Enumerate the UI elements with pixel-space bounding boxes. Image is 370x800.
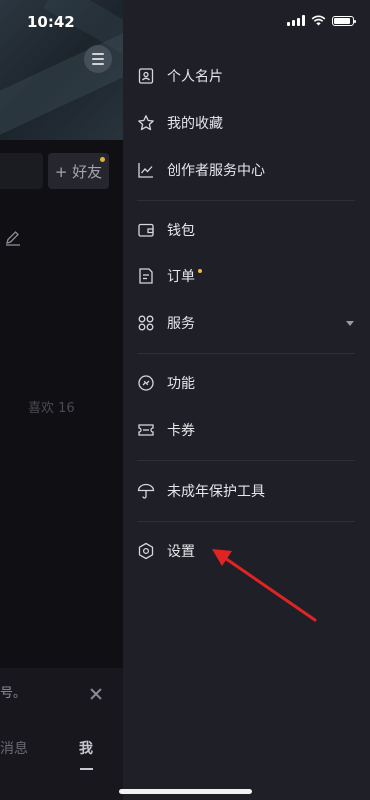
tab-me[interactable]: 我 (79, 738, 93, 758)
order-icon (137, 267, 155, 285)
signal-icon (287, 15, 305, 26)
chart-icon (137, 161, 155, 179)
drawer-item-label: 未成年保护工具 (167, 484, 265, 500)
wifi-icon (311, 15, 326, 26)
add-friend-button[interactable]: + 好友 (48, 153, 109, 189)
grid-icon (137, 314, 155, 332)
drawer-item-label: 卡券 (167, 423, 195, 439)
drawer-item-label: 个人名片 (167, 69, 223, 85)
battery-icon (332, 15, 356, 26)
hamburger-menu-icon[interactable] (84, 45, 112, 73)
drawer-item-business-card[interactable]: 个人名片 (123, 56, 370, 96)
link-icon (137, 374, 155, 392)
star-icon (137, 114, 155, 132)
drawer-item-settings[interactable]: 设置 (123, 531, 370, 571)
tip-text: 号。 (0, 686, 27, 701)
likes-tab[interactable]: 喜欢 16 (28, 397, 75, 416)
profile-background: + 好友 喜欢 16 号。 消息 我 (0, 0, 123, 800)
tab-messages[interactable]: 消息 (0, 738, 28, 758)
close-icon[interactable] (90, 688, 102, 700)
gear-icon (137, 542, 155, 560)
status-time: 10:42 (27, 13, 75, 31)
umbrella-icon (137, 482, 155, 500)
tab-active-indicator (80, 768, 93, 770)
drawer-item-label: 功能 (167, 376, 195, 392)
notification-dot (100, 157, 105, 162)
drawer-item-creator-center[interactable]: 创作者服务中心 (123, 150, 370, 190)
status-bar: 10:42 (0, 0, 370, 44)
drawer-item-label: 我的收藏 (167, 116, 223, 132)
home-indicator[interactable] (119, 789, 252, 794)
drawer-item-label: 创作者服务中心 (167, 163, 265, 179)
drawer-item-minor-protection[interactable]: 未成年保护工具 (123, 471, 370, 511)
drawer-item-orders[interactable]: 订单 (123, 256, 370, 296)
drawer-item-features[interactable]: 功能 (123, 363, 370, 403)
pencil-icon[interactable] (5, 230, 21, 246)
drawer-item-label: 服务 (167, 316, 195, 332)
drawer-item-label: 钱包 (167, 223, 195, 239)
order-badge-dot (198, 269, 202, 273)
ticket-icon (137, 421, 155, 439)
drawer-item-favorites[interactable]: 我的收藏 (123, 103, 370, 143)
drawer-item-label: 设置 (167, 544, 195, 560)
drawer-item-coupons[interactable]: 卡券 (123, 410, 370, 450)
chevron-down-icon[interactable] (346, 321, 354, 326)
drawer-item-services[interactable]: 服务 (123, 303, 370, 343)
id-card-icon (137, 67, 155, 85)
divider (137, 200, 355, 201)
drawer-item-label: 订单 (167, 269, 195, 285)
drawer-item-wallet[interactable]: 钱包 (123, 210, 370, 250)
wallet-icon (137, 221, 155, 239)
divider (137, 521, 355, 522)
profile-edit-field[interactable] (0, 153, 43, 189)
add-friend-label: + 好友 (54, 162, 103, 181)
divider (137, 460, 355, 461)
side-drawer: 个人名片 我的收藏 创作者服务中心 钱包 订单 服务 功能 卡券 未成年保护工具… (123, 0, 370, 800)
divider (137, 353, 355, 354)
